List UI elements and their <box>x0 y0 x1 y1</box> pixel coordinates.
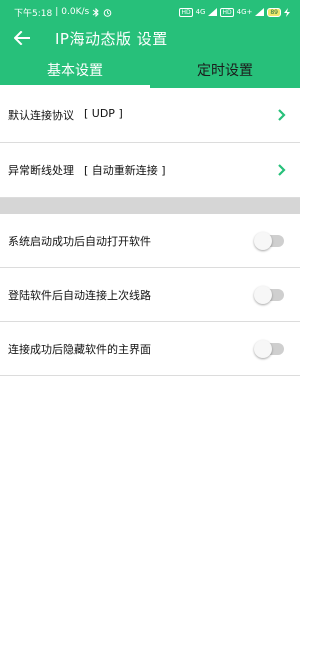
sim2-signal: 4G+ <box>236 8 253 16</box>
hide-window-toggle[interactable] <box>254 339 284 358</box>
sim1-signal: 4G <box>195 8 206 16</box>
settings-list: 默认连接协议 [ UDP ] 异常断线处理 [ 自动重新连接 ] 系统启动成功后… <box>0 88 300 376</box>
disconnect-setting-row[interactable]: 异常断线处理 [ 自动重新连接 ] <box>0 143 300 198</box>
protocol-value: [ UDP ] <box>84 107 123 120</box>
alarm-icon <box>103 8 112 17</box>
auto-connect-setting-row: 登陆软件后自动连接上次线路 <box>0 268 300 322</box>
protocol-setting-row[interactable]: 默认连接协议 [ UDP ] <box>0 88 300 143</box>
tab-label: 基本设置 <box>47 63 103 79</box>
sim1-hd-badge: HD <box>179 7 193 17</box>
auto-connect-toggle[interactable] <box>254 285 284 304</box>
toggle-knob <box>254 231 272 250</box>
protocol-label: 默认连接协议 <box>8 109 74 122</box>
status-speed: 0.0K/s <box>61 7 90 17</box>
toggle-knob <box>254 285 272 304</box>
chevron-right-icon <box>278 109 286 121</box>
auto-open-setting-row: 系统启动成功后自动打开软件 <box>0 214 300 268</box>
disconnect-value: [ 自动重新连接 ] <box>84 164 166 177</box>
tab-scheduled-settings[interactable]: 定时设置 <box>150 52 300 88</box>
hide-window-setting-row: 连接成功后隐藏软件的主界面 <box>0 322 300 376</box>
protocol-setting-text: 默认连接协议 [ UDP ] <box>8 107 123 123</box>
charging-icon <box>284 7 290 17</box>
status-separator: | <box>55 7 59 17</box>
status-left: 下午5:18 | 0.0K/s <box>14 6 112 19</box>
status-bar: 下午5:18 | 0.0K/s HD 4G HD 4G+ 89 <box>0 0 300 24</box>
hide-window-label: 连接成功后隐藏软件的主界面 <box>8 342 151 356</box>
bluetooth-icon <box>92 7 99 17</box>
signal-icon-2 <box>255 8 265 16</box>
chevron-right-icon <box>278 164 286 176</box>
sim2-hd-badge: HD <box>220 7 234 17</box>
signal-icon <box>208 8 218 16</box>
status-right: HD 4G HD 4G+ 89 <box>179 7 290 17</box>
status-time: 下午5:18 <box>14 8 53 19</box>
auto-open-toggle[interactable] <box>254 231 284 250</box>
auto-connect-label: 登陆软件后自动连接上次线路 <box>8 288 151 302</box>
app-bar: IP海动态版 设置 <box>0 24 300 52</box>
battery-icon: 89 <box>267 7 281 17</box>
auto-open-label: 系统启动成功后自动打开软件 <box>8 234 151 248</box>
tab-bar: 基本设置 定时设置 <box>0 52 300 88</box>
tab-basic-settings[interactable]: 基本设置 <box>0 52 150 88</box>
disconnect-setting-text: 异常断线处理 [ 自动重新连接 ] <box>8 162 166 178</box>
disconnect-label: 异常断线处理 <box>8 164 74 177</box>
toggle-knob <box>254 339 272 358</box>
tab-label: 定时设置 <box>197 63 253 79</box>
back-button[interactable] <box>0 24 44 52</box>
section-divider <box>0 198 300 214</box>
page-title: IP海动态版 设置 <box>55 29 168 48</box>
arrow-left-icon <box>14 31 30 45</box>
